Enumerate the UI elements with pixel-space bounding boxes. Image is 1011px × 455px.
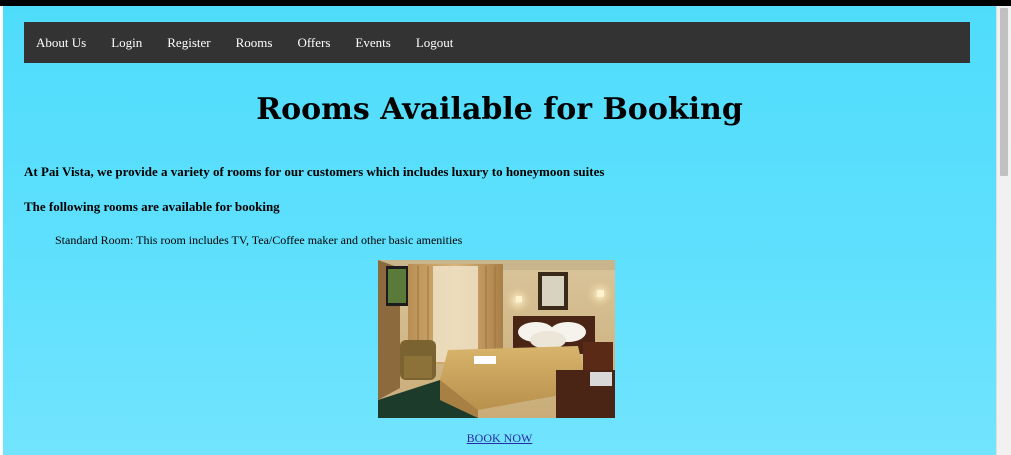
page-viewport: About Us Login Register Rooms Offers Eve… xyxy=(3,6,996,455)
top-navbar: About Us Login Register Rooms Offers Eve… xyxy=(24,22,970,63)
nav-item-events[interactable]: Events xyxy=(355,35,390,51)
book-now-wrapper: BOOK NOW xyxy=(3,431,996,446)
browser-frame: About Us Login Register Rooms Offers Eve… xyxy=(0,0,1011,455)
nav-item-register[interactable]: Register xyxy=(167,35,210,51)
room-photo xyxy=(378,260,615,418)
rooms-available-heading: The following rooms are available for bo… xyxy=(24,199,280,214)
page-title: Rooms Available for Booking xyxy=(256,92,743,127)
book-now-link[interactable]: BOOK NOW xyxy=(467,431,533,445)
nav-item-login[interactable]: Login xyxy=(111,35,142,51)
nav-item-rooms[interactable]: Rooms xyxy=(236,35,273,51)
room-description: Standard Room: This room includes TV, Te… xyxy=(55,233,463,247)
nav-item-logout[interactable]: Logout xyxy=(416,35,454,51)
intro-paragraph: At Pai Vista, we provide a variety of ro… xyxy=(24,164,605,179)
nav-item-about-us[interactable]: About Us xyxy=(36,35,86,51)
vertical-scrollbar[interactable] xyxy=(996,6,1011,455)
nav-item-offers[interactable]: Offers xyxy=(297,35,330,51)
scrollbar-thumb[interactable] xyxy=(1000,8,1008,176)
